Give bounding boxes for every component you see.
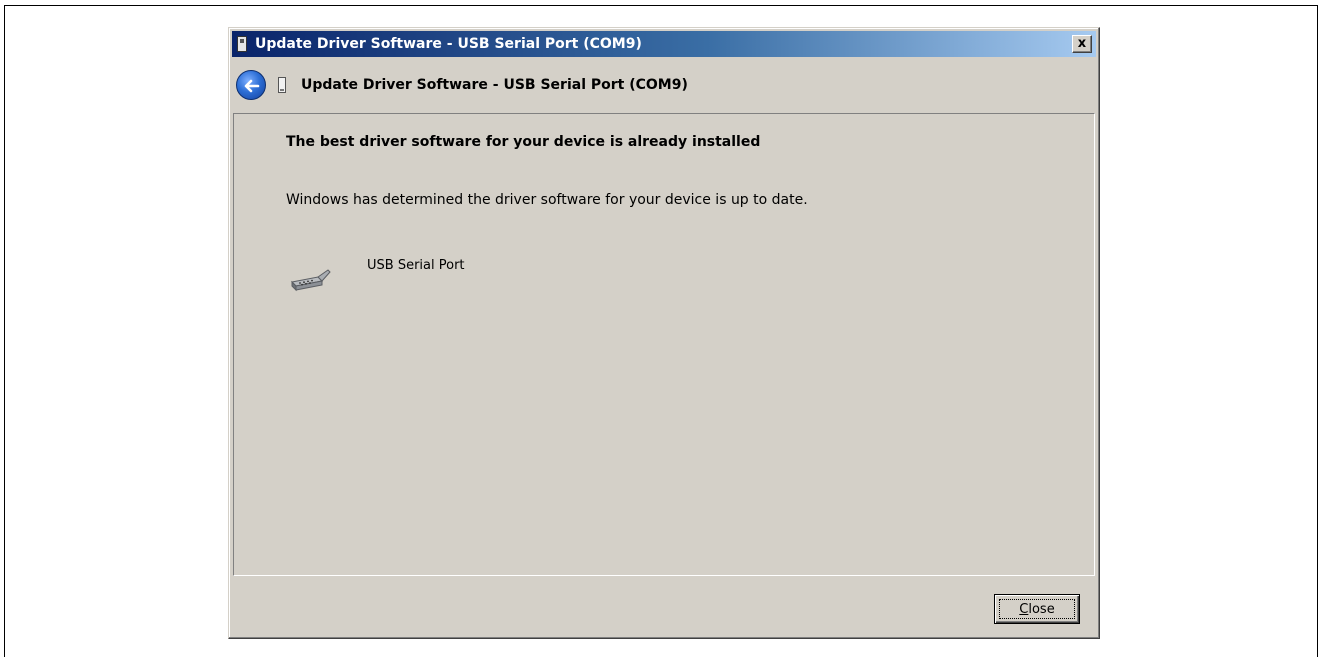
serial-port-icon (288, 264, 332, 298)
device-window-icon (237, 36, 247, 52)
title-bar[interactable]: Update Driver Software - USB Serial Port… (232, 31, 1096, 57)
result-description: Windows has determined the driver softwa… (286, 192, 808, 208)
back-arrow-icon (244, 79, 260, 93)
close-button-label: Close (1019, 601, 1055, 617)
window-title: Update Driver Software - USB Serial Port… (255, 36, 642, 52)
window-close-button[interactable]: x (1072, 35, 1092, 53)
device-name: USB Serial Port (367, 258, 465, 273)
dialog-footer: Close (229, 580, 1099, 638)
wizard-title: Update Driver Software - USB Serial Port… (301, 77, 688, 93)
content-panel: The best driver software for your device… (233, 113, 1095, 576)
close-button[interactable]: Close (994, 594, 1080, 624)
back-button[interactable] (236, 70, 266, 100)
update-driver-dialog: Update Driver Software - USB Serial Port… (228, 27, 1100, 639)
usb-device-icon (278, 77, 286, 93)
wizard-navbar: Update Driver Software - USB Serial Port… (232, 60, 1096, 110)
result-heading: The best driver software for your device… (286, 134, 761, 150)
close-icon: x (1077, 36, 1087, 51)
